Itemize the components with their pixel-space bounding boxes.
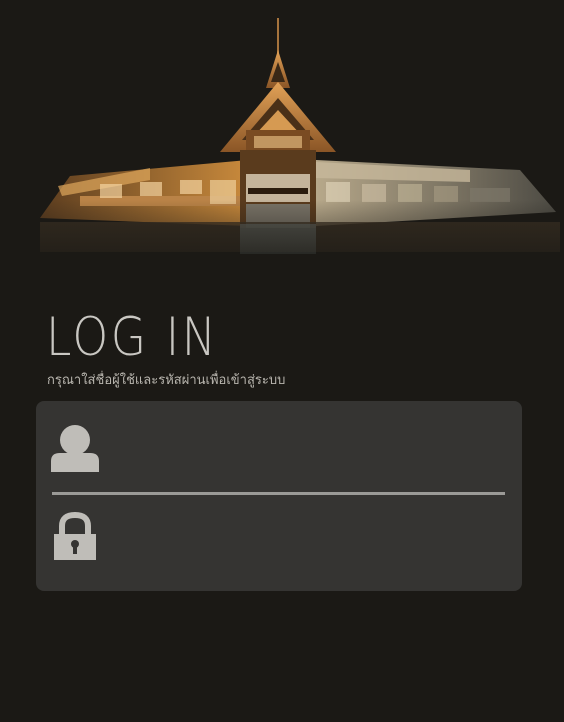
user-icon <box>50 423 100 473</box>
temple-header-image <box>0 18 564 280</box>
username-input[interactable] <box>116 421 500 473</box>
password-input[interactable] <box>116 517 500 569</box>
username-field[interactable] <box>36 401 522 491</box>
page-title: LOG IN <box>46 307 219 368</box>
login-form <box>36 401 522 591</box>
login-page: LOG IN กรุณาใส่ชื่อผู้ใช้และรหัสผ่านเพื่… <box>0 0 564 722</box>
lock-icon <box>50 511 100 562</box>
field-divider <box>52 492 505 495</box>
password-field[interactable] <box>36 497 522 587</box>
page-subtitle: กรุณาใส่ชื่อผู้ใช้และรหัสผ่านเพื่อเข้าสู… <box>47 373 286 388</box>
